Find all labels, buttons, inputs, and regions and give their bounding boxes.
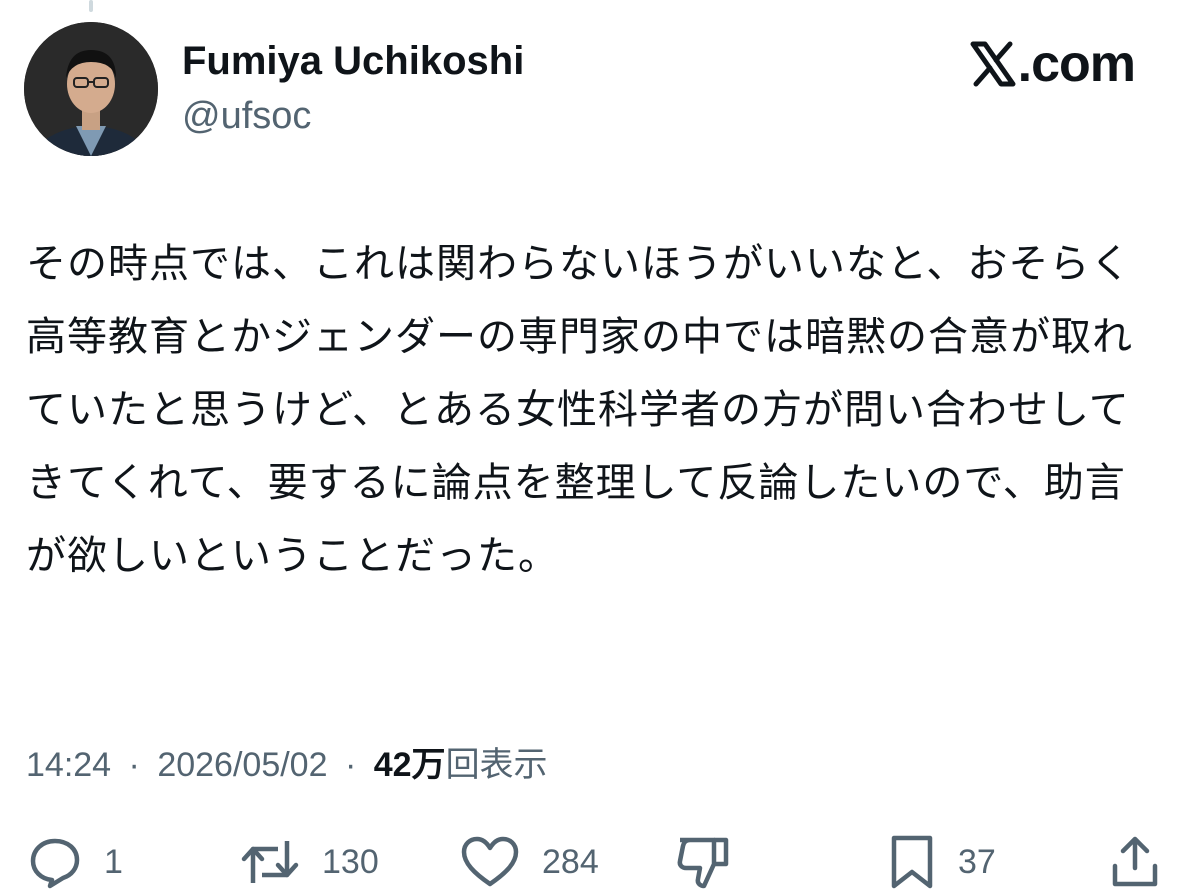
bookmark-button[interactable]: 37 [888, 830, 996, 894]
thread-connector-line [89, 0, 93, 12]
share-button[interactable] [1110, 830, 1160, 894]
bookmark-icon [888, 834, 936, 890]
brand-watermark: .com [970, 35, 1136, 93]
tweet-time[interactable]: 14:24 [26, 746, 111, 784]
heart-icon [460, 835, 520, 889]
repost-button[interactable]: 130 [240, 830, 379, 894]
tweet-body-text: その時点では、これは関わらないほうがいいなと、おそらく高等教育とかジェンダーの専… [26, 241, 1133, 579]
author-handle[interactable]: @ufsoc [182, 92, 311, 140]
x-logo-icon [970, 41, 1016, 87]
reply-button[interactable]: 1 [28, 830, 123, 894]
avatar[interactable] [24, 22, 158, 156]
tweet-metadata: 14:24 · 2026/05/02 · 42万回表示 [26, 740, 548, 790]
repost-count: 130 [322, 842, 379, 881]
meta-separator: · [128, 746, 140, 784]
bookmark-count: 37 [958, 842, 996, 881]
meta-separator: · [344, 746, 357, 784]
brand-domain-text: .com [1017, 35, 1136, 93]
dislike-button[interactable] [676, 830, 730, 894]
like-count: 284 [542, 842, 599, 881]
repost-icon [240, 835, 300, 889]
views-label: 回表示 [445, 746, 548, 784]
reply-count: 1 [104, 842, 123, 881]
thumbs-down-icon [676, 834, 730, 890]
views-count: 42万 [373, 746, 446, 784]
author-display-name[interactable]: Fumiya Uchikoshi [182, 36, 524, 86]
reply-icon [28, 835, 82, 889]
tweet-action-bar: 1 130 284 37 [0, 830, 1199, 894]
share-icon [1110, 834, 1160, 890]
like-button[interactable]: 284 [460, 830, 599, 894]
tweet-date[interactable]: 2026/05/02 [157, 746, 327, 784]
